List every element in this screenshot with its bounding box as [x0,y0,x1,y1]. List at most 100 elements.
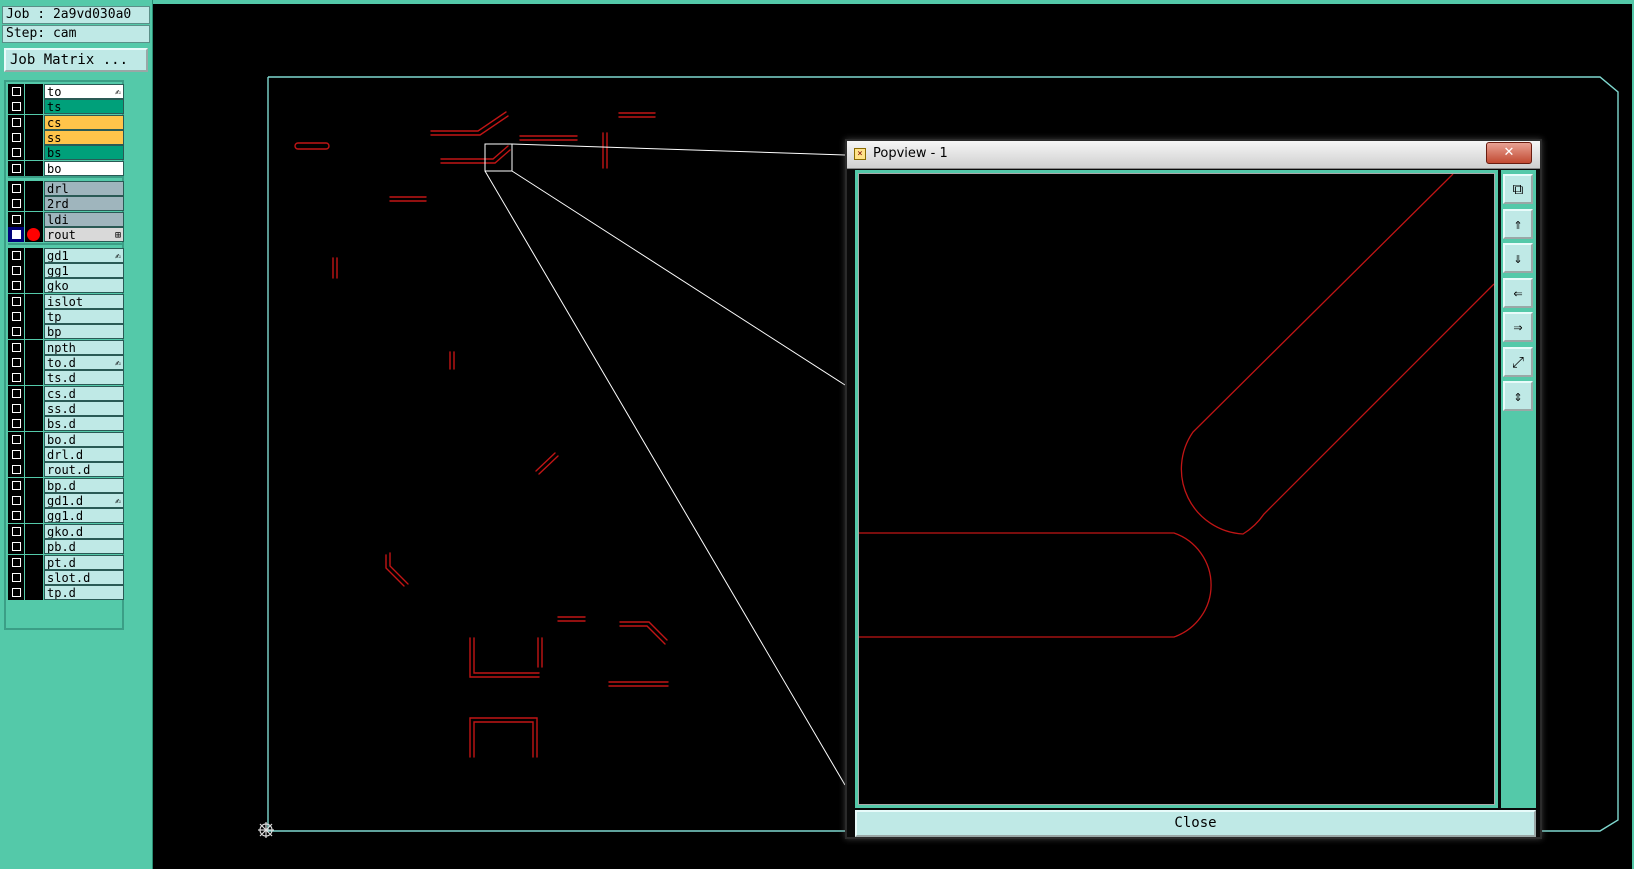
layer-display-toggle[interactable] [25,493,43,509]
pan-left-button[interactable]: ⇐ [1503,277,1533,308]
layer-display-toggle[interactable] [25,508,43,524]
layer-checkbox[interactable] [8,508,24,524]
layer-checkbox[interactable] [8,431,24,447]
layer-checkbox[interactable] [8,354,24,370]
layer-name[interactable]: ss [44,130,124,146]
layer-display-toggle[interactable] [25,196,43,212]
layer-checkbox[interactable] [8,145,24,161]
layer-row-ts[interactable]: ts [8,99,124,115]
layer-row-cs-d[interactable]: cs.d [8,385,124,401]
layer-checkbox[interactable] [8,160,24,176]
layer-row-bo-d[interactable]: bo.d [8,431,124,447]
window-close-button[interactable]: ✕ [1486,142,1532,164]
popview-zoom-view[interactable] [858,173,1495,805]
layer-display-toggle[interactable] [25,416,43,432]
layer-row-rout-d[interactable]: rout.d [8,462,124,478]
layer-name[interactable]: pb.d [44,539,124,555]
layer-checkbox[interactable] [8,227,24,243]
layer-display-toggle[interactable] [25,401,43,416]
layer-row-ldi[interactable]: ldi [8,211,124,227]
layer-display-toggle[interactable] [25,247,43,263]
layer-display-toggle[interactable] [25,554,43,570]
layer-display-toggle[interactable] [25,477,43,493]
layer-checkbox[interactable] [8,181,24,197]
layer-display-toggle[interactable] [25,324,43,340]
layer-row-2rd[interactable]: 2rd [8,196,124,212]
layer-name[interactable]: cs [44,114,124,130]
layer-name[interactable]: to ✍ [44,84,124,99]
layer-checkbox[interactable] [8,447,24,463]
layer-name[interactable]: bp [44,324,124,340]
layer-checkbox[interactable] [8,130,24,146]
job-matrix-button[interactable]: Job Matrix ... [4,48,148,72]
layer-name[interactable]: drl.d [44,447,124,463]
layer-checkbox[interactable] [8,293,24,309]
layer-row-bs[interactable]: bs [8,145,124,161]
layer-name[interactable]: to.d ✍ [44,354,124,370]
layer-checkbox[interactable] [8,324,24,340]
layer-name[interactable]: gg1.d [44,508,124,524]
layer-name[interactable]: rout.d [44,462,124,478]
layer-name[interactable]: gko [44,278,124,294]
graphics-canvas[interactable]: × Popview - 1 ✕ ⧉ ⇑ ⇓ ⇐ ⇒ ⤢ ⇕ Close [153,0,1634,869]
layer-name[interactable]: cs.d [44,385,124,401]
popview-window[interactable]: × Popview - 1 ✕ ⧉ ⇑ ⇓ ⇐ ⇒ ⤢ ⇕ Close [845,139,1542,839]
layer-checkbox[interactable] [8,477,24,493]
layer-row-tp[interactable]: tp [8,308,124,324]
layer-row-to[interactable]: to ✍ [8,84,124,99]
layer-name[interactable]: gko.d [44,523,124,539]
layer-checkbox[interactable] [8,385,24,401]
layer-row-drl-d[interactable]: drl.d [8,447,124,463]
layer-name[interactable]: gd1.d ✍ [44,493,124,509]
pan-right-button[interactable]: ⇒ [1503,312,1533,342]
layer-name[interactable]: pt.d [44,554,124,570]
layer-name[interactable]: drl [44,181,124,197]
layer-row-gd1[interactable]: gd1 ✍ [8,247,124,263]
zoom-home-button[interactable]: ⇕ [1503,381,1533,411]
layer-display-toggle[interactable] [25,84,43,99]
layer-name[interactable]: npth [44,339,124,355]
layer-display-toggle[interactable] [25,181,43,197]
layer-row-gd1-d[interactable]: gd1.d ✍ [8,493,124,509]
layer-checkbox[interactable] [8,401,24,416]
layer-name[interactable]: bs [44,145,124,161]
layer-row-slot-d[interactable]: slot.d [8,569,124,585]
layer-row-npth[interactable]: npth [8,339,124,355]
layer-row-bo[interactable]: bo [8,160,124,176]
layer-display-toggle[interactable] [25,130,43,146]
layer-display-toggle[interactable] [25,211,43,227]
layer-name[interactable]: slot.d [44,569,124,585]
layer-checkbox[interactable] [8,585,24,601]
layer-row-bp-d[interactable]: bp.d [8,477,124,493]
pan-up-button[interactable]: ⇑ [1503,208,1533,239]
layer-checkbox[interactable] [8,554,24,570]
layer-display-toggle[interactable] [25,447,43,463]
layer-name[interactable]: bp.d [44,477,124,493]
layer-row-ss-d[interactable]: ss.d [8,401,124,416]
layer-display-toggle[interactable] [25,145,43,161]
layer-row-gko-d[interactable]: gko.d [8,523,124,539]
layer-checkbox[interactable] [8,247,24,263]
layer-checkbox[interactable] [8,278,24,294]
zoom-window-button[interactable]: ⧉ [1503,174,1533,204]
layer-name[interactable]: gd1 ✍ [44,247,124,263]
layer-display-toggle[interactable] [25,160,43,176]
layer-row-pt-d[interactable]: pt.d [8,554,124,570]
layer-display-toggle[interactable] [25,523,43,539]
layer-checkbox[interactable] [8,339,24,355]
layer-display-toggle[interactable] [25,462,43,478]
layer-checkbox[interactable] [8,416,24,432]
layer-row-ss[interactable]: ss [8,130,124,146]
layer-name[interactable]: ts.d [44,370,124,386]
layer-name[interactable]: tp [44,308,124,324]
layer-row-bp[interactable]: bp [8,324,124,340]
layer-checkbox[interactable] [8,523,24,539]
layer-row-pb-d[interactable]: pb.d [8,539,124,555]
layer-checkbox[interactable] [8,262,24,278]
layer-row-rout[interactable]: rout ⊞ [8,227,124,243]
layer-name[interactable]: islot [44,293,124,309]
pan-down-button[interactable]: ⇓ [1503,243,1533,273]
layer-display-toggle[interactable] [25,370,43,386]
layer-display-toggle[interactable] [25,585,43,601]
layer-display-toggle[interactable] [25,385,43,401]
